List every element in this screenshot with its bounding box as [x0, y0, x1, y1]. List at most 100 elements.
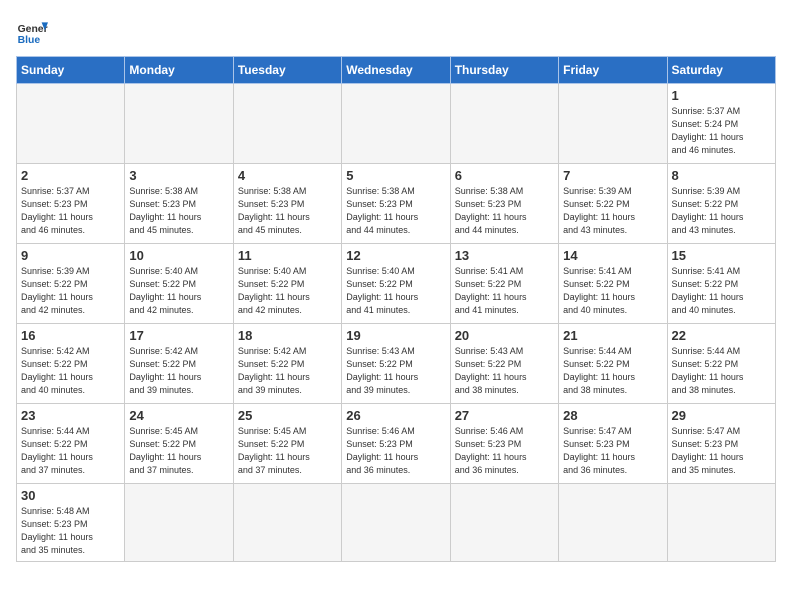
day-number: 16 [21, 328, 120, 343]
calendar-cell: 11 Sunrise: 5:40 AM Sunset: 5:22 PM Dayli… [233, 244, 341, 324]
day-number: 20 [455, 328, 554, 343]
calendar-cell: 9 Sunrise: 5:39 AM Sunset: 5:22 PM Daylig… [17, 244, 125, 324]
day-header-saturday: Saturday [667, 57, 775, 84]
calendar-cell: 17 Sunrise: 5:42 AM Sunset: 5:22 PM Dayli… [125, 324, 233, 404]
calendar-cell [450, 84, 558, 164]
calendar-cell [125, 84, 233, 164]
calendar-table: SundayMondayTuesdayWednesdayThursdayFrid… [16, 56, 776, 562]
calendar-cell [667, 484, 775, 562]
day-header-wednesday: Wednesday [342, 57, 450, 84]
day-number: 13 [455, 248, 554, 263]
calendar-cell: 25 Sunrise: 5:45 AM Sunset: 5:22 PM Dayli… [233, 404, 341, 484]
day-number: 22 [672, 328, 771, 343]
day-info: Sunrise: 5:39 AM Sunset: 5:22 PM Dayligh… [563, 185, 662, 237]
logo-icon: General Blue [16, 16, 48, 48]
logo: General Blue [16, 16, 52, 48]
calendar-cell: 30 Sunrise: 5:48 AM Sunset: 5:23 PM Dayli… [17, 484, 125, 562]
day-number: 24 [129, 408, 228, 423]
day-number: 28 [563, 408, 662, 423]
day-number: 2 [21, 168, 120, 183]
calendar-cell [342, 484, 450, 562]
calendar-cell [559, 484, 667, 562]
day-number: 8 [672, 168, 771, 183]
day-info: Sunrise: 5:46 AM Sunset: 5:23 PM Dayligh… [455, 425, 554, 477]
calendar-cell: 6 Sunrise: 5:38 AM Sunset: 5:23 PM Daylig… [450, 164, 558, 244]
day-info: Sunrise: 5:44 AM Sunset: 5:22 PM Dayligh… [563, 345, 662, 397]
calendar-cell: 13 Sunrise: 5:41 AM Sunset: 5:22 PM Dayli… [450, 244, 558, 324]
day-info: Sunrise: 5:38 AM Sunset: 5:23 PM Dayligh… [129, 185, 228, 237]
day-number: 10 [129, 248, 228, 263]
day-info: Sunrise: 5:43 AM Sunset: 5:22 PM Dayligh… [346, 345, 445, 397]
day-number: 1 [672, 88, 771, 103]
day-number: 7 [563, 168, 662, 183]
day-info: Sunrise: 5:46 AM Sunset: 5:23 PM Dayligh… [346, 425, 445, 477]
day-info: Sunrise: 5:44 AM Sunset: 5:22 PM Dayligh… [672, 345, 771, 397]
day-header-thursday: Thursday [450, 57, 558, 84]
calendar-cell: 21 Sunrise: 5:44 AM Sunset: 5:22 PM Dayli… [559, 324, 667, 404]
calendar-cell: 15Sunrise: 5:41 AM Sunset: 5:22 PM Dayli… [667, 244, 775, 324]
day-number: 27 [455, 408, 554, 423]
calendar-cell: 1Sunrise: 5:37 AM Sunset: 5:24 PM Daylig… [667, 84, 775, 164]
calendar-cell [559, 84, 667, 164]
day-number: 30 [21, 488, 120, 503]
calendar-cell: 22 Sunrise: 5:44 AM Sunset: 5:22 PM Dayli… [667, 324, 775, 404]
day-number: 17 [129, 328, 228, 343]
calendar-cell [233, 484, 341, 562]
calendar-week-4: 23 Sunrise: 5:44 AM Sunset: 5:22 PM Dayli… [17, 404, 776, 484]
day-info: Sunrise: 5:37 AM Sunset: 5:23 PM Dayligh… [21, 185, 120, 237]
day-number: 26 [346, 408, 445, 423]
day-header-sunday: Sunday [17, 57, 125, 84]
day-info: Sunrise: 5:48 AM Sunset: 5:23 PM Dayligh… [21, 505, 120, 557]
calendar-cell: 3 Sunrise: 5:38 AM Sunset: 5:23 PM Daylig… [125, 164, 233, 244]
day-info: Sunrise: 5:40 AM Sunset: 5:22 PM Dayligh… [346, 265, 445, 317]
calendar-week-5: 30 Sunrise: 5:48 AM Sunset: 5:23 PM Dayli… [17, 484, 776, 562]
day-info: Sunrise: 5:40 AM Sunset: 5:22 PM Dayligh… [129, 265, 228, 317]
calendar-cell [17, 84, 125, 164]
calendar-week-1: 2 Sunrise: 5:37 AM Sunset: 5:23 PM Daylig… [17, 164, 776, 244]
calendar-cell: 24 Sunrise: 5:45 AM Sunset: 5:22 PM Dayli… [125, 404, 233, 484]
day-info: Sunrise: 5:42 AM Sunset: 5:22 PM Dayligh… [21, 345, 120, 397]
day-info: Sunrise: 5:45 AM Sunset: 5:22 PM Dayligh… [129, 425, 228, 477]
day-header-monday: Monday [125, 57, 233, 84]
day-number: 11 [238, 248, 337, 263]
day-info: Sunrise: 5:41 AM Sunset: 5:22 PM Dayligh… [455, 265, 554, 317]
calendar-cell [342, 84, 450, 164]
day-number: 21 [563, 328, 662, 343]
day-info: Sunrise: 5:41 AM Sunset: 5:22 PM Dayligh… [563, 265, 662, 317]
calendar-cell: 14 Sunrise: 5:41 AM Sunset: 5:22 PM Dayli… [559, 244, 667, 324]
day-info: Sunrise: 5:43 AM Sunset: 5:22 PM Dayligh… [455, 345, 554, 397]
calendar-cell: 5Sunrise: 5:38 AM Sunset: 5:23 PM Daylig… [342, 164, 450, 244]
calendar-cell: 7 Sunrise: 5:39 AM Sunset: 5:22 PM Daylig… [559, 164, 667, 244]
day-info: Sunrise: 5:47 AM Sunset: 5:23 PM Dayligh… [563, 425, 662, 477]
day-number: 14 [563, 248, 662, 263]
day-info: Sunrise: 5:38 AM Sunset: 5:23 PM Dayligh… [346, 185, 445, 237]
day-info: Sunrise: 5:38 AM Sunset: 5:23 PM Dayligh… [238, 185, 337, 237]
day-number: 19 [346, 328, 445, 343]
day-info: Sunrise: 5:39 AM Sunset: 5:22 PM Dayligh… [672, 185, 771, 237]
calendar-week-0: 1Sunrise: 5:37 AM Sunset: 5:24 PM Daylig… [17, 84, 776, 164]
day-number: 9 [21, 248, 120, 263]
header: General Blue [16, 16, 776, 48]
day-info: Sunrise: 5:44 AM Sunset: 5:22 PM Dayligh… [21, 425, 120, 477]
day-number: 6 [455, 168, 554, 183]
day-number: 25 [238, 408, 337, 423]
day-number: 12 [346, 248, 445, 263]
calendar-cell: 4Sunrise: 5:38 AM Sunset: 5:23 PM Daylig… [233, 164, 341, 244]
calendar-cell: 20 Sunrise: 5:43 AM Sunset: 5:22 PM Dayli… [450, 324, 558, 404]
day-number: 23 [21, 408, 120, 423]
day-info: Sunrise: 5:38 AM Sunset: 5:23 PM Dayligh… [455, 185, 554, 237]
day-number: 3 [129, 168, 228, 183]
day-info: Sunrise: 5:39 AM Sunset: 5:22 PM Dayligh… [21, 265, 120, 317]
day-info: Sunrise: 5:42 AM Sunset: 5:22 PM Dayligh… [129, 345, 228, 397]
calendar-cell: 8 Sunrise: 5:39 AM Sunset: 5:22 PM Daylig… [667, 164, 775, 244]
day-info: Sunrise: 5:45 AM Sunset: 5:22 PM Dayligh… [238, 425, 337, 477]
day-header-tuesday: Tuesday [233, 57, 341, 84]
day-header-friday: Friday [559, 57, 667, 84]
calendar-cell: 27 Sunrise: 5:46 AM Sunset: 5:23 PM Dayli… [450, 404, 558, 484]
calendar-cell: 19 Sunrise: 5:43 AM Sunset: 5:22 PM Dayli… [342, 324, 450, 404]
day-info: Sunrise: 5:42 AM Sunset: 5:22 PM Dayligh… [238, 345, 337, 397]
day-info: Sunrise: 5:40 AM Sunset: 5:22 PM Dayligh… [238, 265, 337, 317]
calendar-cell [450, 484, 558, 562]
calendar-week-3: 16 Sunrise: 5:42 AM Sunset: 5:22 PM Dayli… [17, 324, 776, 404]
calendar-cell: 29Sunrise: 5:47 AM Sunset: 5:23 PM Dayli… [667, 404, 775, 484]
